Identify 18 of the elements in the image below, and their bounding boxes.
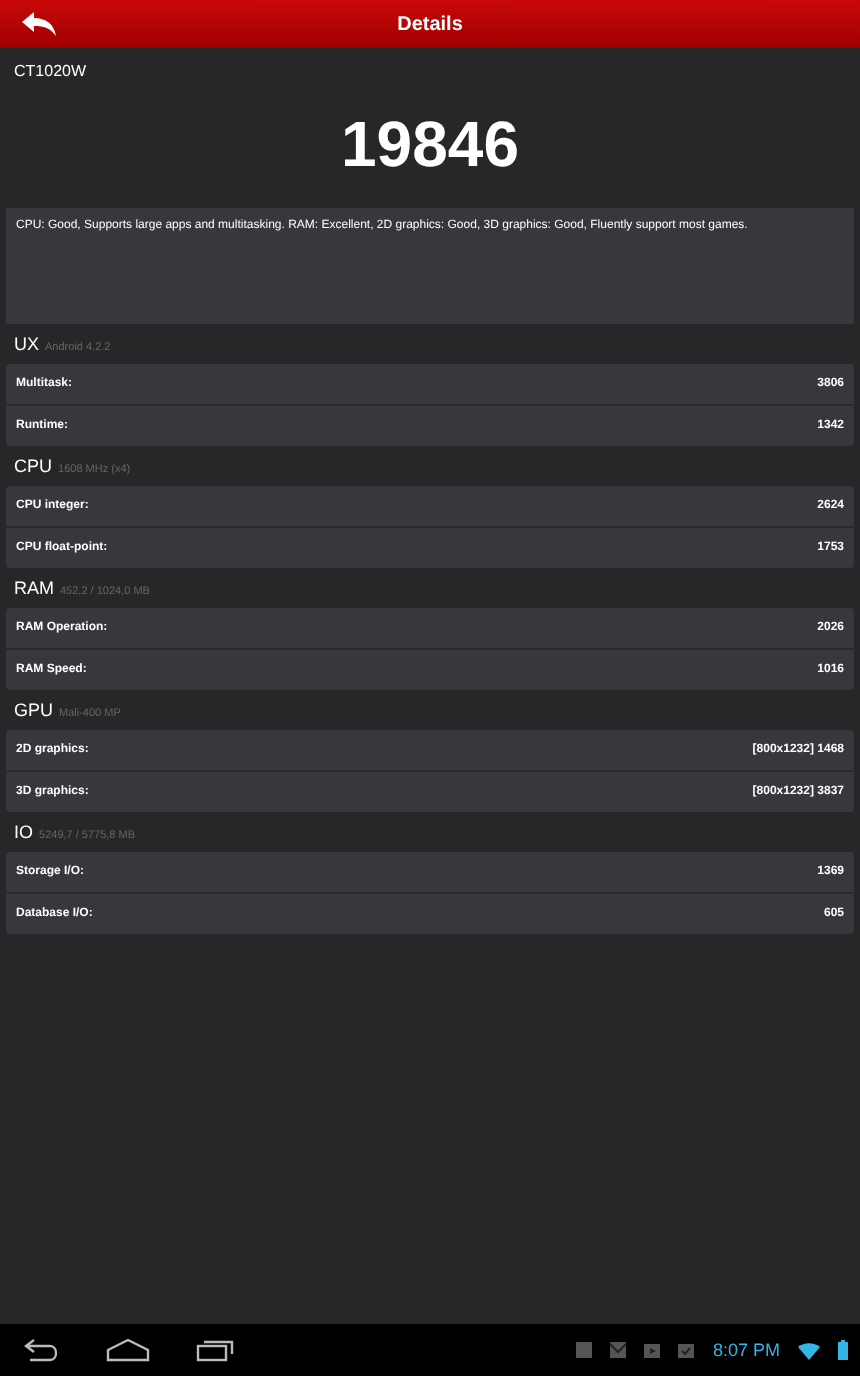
mail-icon [610,1342,627,1358]
screen-title: Details [397,13,463,35]
play-bag-icon [644,1342,661,1358]
back-icon[interactable] [24,1338,60,1362]
battery-icon [838,1340,848,1360]
section-title: CPU [14,456,53,476]
recent-apps-icon[interactable] [196,1338,236,1362]
section-title: GPU [14,700,54,720]
wifi-icon [798,1341,820,1359]
total-score: 19846 [339,106,521,184]
section-title: RAM [14,578,54,598]
check-bag-icon [678,1342,695,1358]
back-arrow-icon [20,10,60,38]
home-icon[interactable] [106,1338,150,1362]
section-title: IO [14,822,34,842]
section-title: UX [14,334,40,354]
clock: 8:07 PM [712,1340,780,1360]
device-model: CT1020W [12,60,89,84]
